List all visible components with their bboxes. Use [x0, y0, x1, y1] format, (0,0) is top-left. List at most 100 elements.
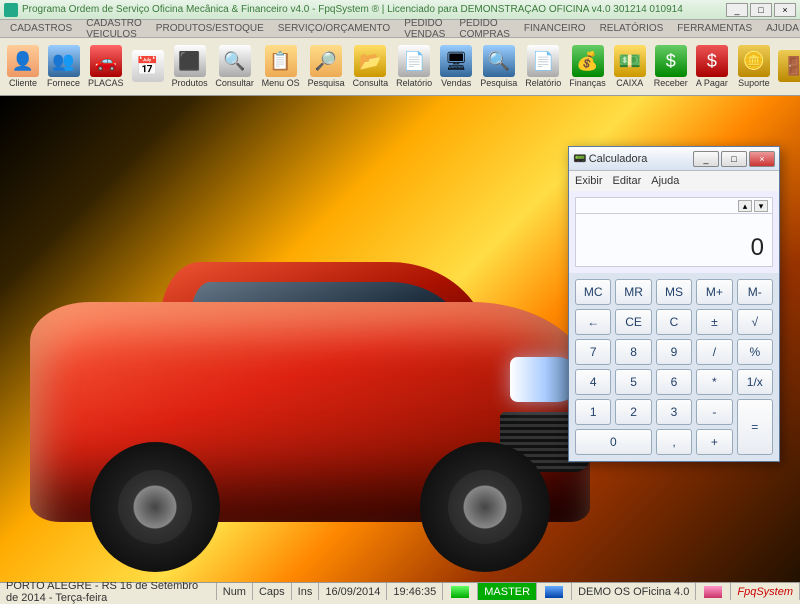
status-ins: Ins	[292, 583, 320, 600]
calc-key-1[interactable]: 1	[575, 399, 611, 425]
calc-key-4[interactable]: 4	[575, 369, 611, 395]
calc-minimize-button[interactable]: _	[693, 151, 719, 167]
menu-ferramentas[interactable]: FERRAMENTAS	[671, 21, 758, 36]
toolbar-menu os[interactable]: 📋Menu OS	[259, 41, 303, 93]
toolbar-label: Finanças	[569, 78, 606, 88]
toolbar-consultar[interactable]: 🔍Consultar	[213, 41, 257, 93]
a pagar-icon: $	[696, 45, 728, 77]
toolbar-label: Cliente	[9, 78, 37, 88]
status-indicator-pink	[696, 583, 731, 600]
toolbar-btn-3[interactable]: 📅	[129, 41, 167, 93]
car-illustration	[0, 202, 620, 582]
calc-key-_[interactable]: ±	[696, 309, 732, 335]
calc-key-_[interactable]: *	[696, 369, 732, 395]
toolbar-cliente[interactable]: 👤Cliente	[4, 41, 42, 93]
calc-key-5[interactable]: 5	[615, 369, 651, 395]
menu-servi-o-or-amento[interactable]: SERVIÇO/ORÇAMENTO	[272, 21, 396, 36]
toolbar-suporte[interactable]: 🪙Suporte	[735, 41, 773, 93]
toolbar-fornece[interactable]: 👥Fornece	[44, 41, 83, 93]
history-down-icon[interactable]: ▾	[754, 200, 768, 212]
toolbar-label: Pesquisa	[480, 78, 517, 88]
calculator-display-area: ▴ ▾ 0	[569, 191, 779, 273]
calculator-history-bar: ▴ ▾	[575, 197, 773, 213]
calc-key-C[interactable]: C	[656, 309, 692, 335]
toolbar-relatório[interactable]: 📄Relatório	[393, 41, 435, 93]
btn-3-icon: 📅	[132, 50, 164, 82]
toolbar-produtos[interactable]: ⬛Produtos	[169, 41, 211, 93]
relatório-icon: 📄	[398, 45, 430, 77]
status-location: PORTO ALEGRE - RS 16 de Setembro de 2014…	[0, 583, 217, 600]
toolbar-receber[interactable]: $Receber	[651, 41, 691, 93]
calc-key-MS[interactable]: MS	[656, 279, 692, 305]
calc-key-_[interactable]: /	[696, 339, 732, 365]
history-up-icon[interactable]: ▴	[738, 200, 752, 212]
close-button[interactable]: ×	[774, 3, 796, 17]
calc-menu-ajuda[interactable]: Ajuda	[651, 175, 679, 187]
calc-menu-editar[interactable]: Editar	[613, 175, 642, 187]
menu-pedido-compras[interactable]: PEDIDO COMPRAS	[453, 16, 516, 42]
calc-key-_[interactable]: =	[737, 399, 773, 455]
calc-key-_[interactable]: ,	[656, 429, 692, 455]
suporte-icon: 🪙	[738, 45, 770, 77]
calc-key-CE[interactable]: CE	[615, 309, 651, 335]
calc-key-_[interactable]: %	[737, 339, 773, 365]
menu-cadastro-veiculos[interactable]: CADASTRO VEICULOS	[80, 16, 148, 42]
menu os-icon: 📋	[265, 45, 297, 77]
menu-ajuda[interactable]: AJUDA	[760, 21, 800, 36]
calc-key-_[interactable]: √	[737, 309, 773, 335]
pesquisa-icon: 🔎	[310, 45, 342, 77]
consulta-icon: 📂	[354, 45, 386, 77]
statusbar: PORTO ALEGRE - RS 16 de Setembro de 2014…	[0, 582, 800, 600]
toolbar: 👤Cliente👥Fornece🚗PLACAS📅⬛Produtos🔍Consul…	[0, 38, 800, 96]
toolbar-vendas[interactable]: 🖥Vendas	[437, 41, 475, 93]
produtos-icon: ⬛	[174, 45, 206, 77]
toolbar-finanças[interactable]: 💰Finanças	[566, 41, 609, 93]
calc-key-_[interactable]: ←	[575, 309, 611, 335]
calc-maximize-button[interactable]: □	[721, 151, 747, 167]
menu-cadastros[interactable]: CADASTROS	[4, 21, 78, 36]
maximize-button[interactable]: □	[750, 3, 772, 17]
calculator-window[interactable]: 📟 Calculadora _ □ × Exibir Editar Ajuda …	[568, 146, 780, 462]
toolbar-caixa[interactable]: 💵CAIXA	[611, 41, 649, 93]
relatório-icon: 📄	[527, 45, 559, 77]
menu-relat-rios[interactable]: RELATÓRIOS	[594, 21, 670, 36]
calc-key-7[interactable]: 7	[575, 339, 611, 365]
calc-key-3[interactable]: 3	[656, 399, 692, 425]
calculator-titlebar[interactable]: 📟 Calculadora _ □ ×	[569, 147, 779, 171]
toolbar-pesquisa[interactable]: 🔍Pesquisa	[477, 41, 520, 93]
status-indicator-blue	[537, 583, 572, 600]
toolbar-label: Relatório	[525, 78, 561, 88]
app-icon	[4, 3, 18, 17]
toolbar-btn-19[interactable]: 🚪	[775, 41, 800, 93]
calc-key-8[interactable]: 8	[615, 339, 651, 365]
menubar: CADASTROSCADASTRO VEICULOSPRODUTOS/ESTOQ…	[0, 20, 800, 38]
menu-pedido-vendas[interactable]: PEDIDO VENDAS	[398, 16, 451, 42]
toolbar-label: Receber	[654, 78, 688, 88]
calc-close-button[interactable]: ×	[749, 151, 775, 167]
calc-key-9[interactable]: 9	[656, 339, 692, 365]
calc-key-MC[interactable]: MC	[575, 279, 611, 305]
vendas-icon: 🖥	[440, 45, 472, 77]
calc-key-6[interactable]: 6	[656, 369, 692, 395]
calc-key-1_x[interactable]: 1/x	[737, 369, 773, 395]
calc-key-_[interactable]: -	[696, 399, 732, 425]
calc-key-0[interactable]: 0	[575, 429, 652, 455]
toolbar-placas[interactable]: 🚗PLACAS	[85, 41, 127, 93]
menu-produtos-estoque[interactable]: PRODUTOS/ESTOQUE	[150, 21, 270, 36]
toolbar-relatório[interactable]: 📄Relatório	[522, 41, 564, 93]
calculator-menubar: Exibir Editar Ajuda	[569, 171, 779, 191]
toolbar-a pagar[interactable]: $A Pagar	[693, 41, 731, 93]
calc-menu-exibir[interactable]: Exibir	[575, 175, 603, 187]
calc-key-_[interactable]: +	[696, 429, 732, 455]
calc-key-M_[interactable]: M-	[737, 279, 773, 305]
minimize-button[interactable]: _	[726, 3, 748, 17]
menu-financeiro[interactable]: FINANCEIRO	[518, 21, 592, 36]
window-controls: _ □ ×	[726, 3, 796, 17]
toolbar-consulta[interactable]: 📂Consulta	[350, 41, 392, 93]
status-user: MASTER	[478, 583, 537, 600]
toolbar-pesquisa[interactable]: 🔎Pesquisa	[305, 41, 348, 93]
calc-key-M_[interactable]: M+	[696, 279, 732, 305]
calc-key-2[interactable]: 2	[615, 399, 651, 425]
calc-key-MR[interactable]: MR	[615, 279, 651, 305]
placas-icon: 🚗	[90, 45, 122, 77]
